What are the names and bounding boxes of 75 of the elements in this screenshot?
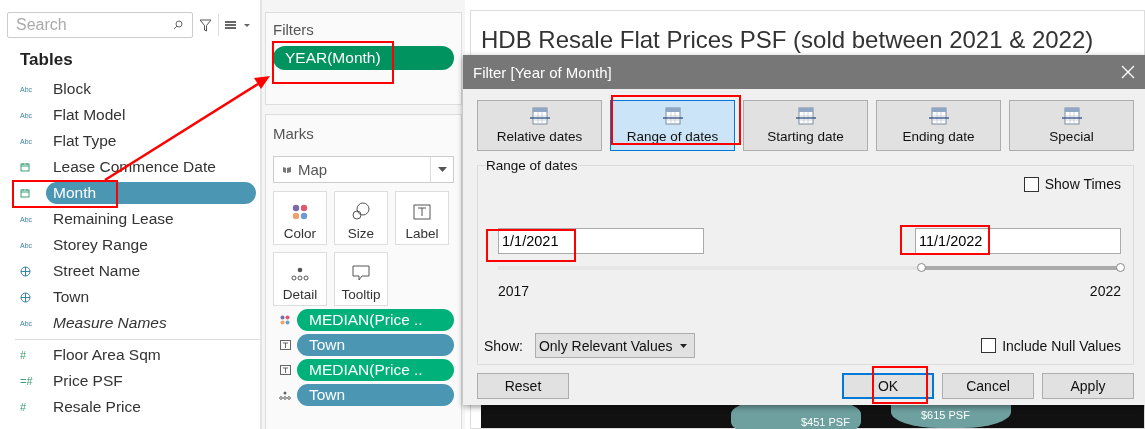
mark-property-button[interactable]: Detail <box>273 252 327 306</box>
caret-icon <box>679 343 687 348</box>
field-item[interactable]: Town <box>46 286 97 308</box>
globe-icon <box>20 265 31 277</box>
marks-heading: Marks <box>273 125 315 142</box>
size-circles-icon <box>352 202 370 220</box>
search-field[interactable]: Search <box>7 12 193 38</box>
field-item[interactable]: Flat Type <box>46 130 124 152</box>
dialog-button[interactable]: Reset <box>477 373 569 399</box>
detail-dots-icon <box>291 267 309 281</box>
dialog-button[interactable]: Cancel <box>942 373 1034 399</box>
tables-heading: Tables <box>19 49 74 71</box>
group-label: Range of dates <box>486 158 578 173</box>
text-label-icon <box>279 365 291 375</box>
mark-property-button[interactable]: Label <box>395 191 449 245</box>
measure-type-icon: # <box>20 401 27 413</box>
color-dots-icon <box>292 204 308 220</box>
field-item[interactable]: Floor Area Sqm <box>46 344 168 366</box>
show-label: Show: <box>484 337 523 354</box>
calendar-icon <box>661 107 684 125</box>
slider-handle[interactable] <box>1116 263 1125 272</box>
filter-icon[interactable] <box>199 18 212 32</box>
include-null-checkbox[interactable]: Include Null Values <box>981 337 1121 354</box>
field-item[interactable]: Resale Price <box>46 396 148 418</box>
speech-bubble-icon <box>352 265 370 281</box>
dialog-button[interactable]: Apply <box>1042 373 1134 399</box>
measure-type-icon: # <box>20 349 27 361</box>
calendar-icon <box>927 107 950 125</box>
search-icon <box>173 20 183 30</box>
dialog-button[interactable]: OK <box>842 373 934 399</box>
map-icon <box>282 165 292 174</box>
worksheet-title: HDB Resale Flat Prices PSF (sold between 2021 & 2022) <box>481 27 1095 53</box>
text-label-icon <box>279 340 291 350</box>
slider-max-label: 2022 <box>1089 283 1121 299</box>
field-item[interactable]: Measure Names <box>46 312 174 334</box>
field-item[interactable]: Price PSF <box>46 370 130 392</box>
map-label: $615 PSF <box>921 409 970 421</box>
detail-dots-icon <box>279 390 291 400</box>
field-item[interactable]: Flat Model <box>46 104 133 126</box>
calendar-icon <box>20 162 30 172</box>
field-item[interactable]: Remaining Lease <box>46 208 181 230</box>
map-label: $451 PSF <box>801 416 850 428</box>
field-item[interactable]: Block <box>46 78 98 100</box>
mark-type-dropdown[interactable]: Map <box>273 156 454 183</box>
date-mode-tab[interactable]: Starting date <box>743 100 868 151</box>
start-date-field[interactable]: 1/1/2021 <box>498 228 704 254</box>
slider-handle[interactable] <box>916 263 926 272</box>
mark-property-button[interactable]: Color <box>273 191 327 245</box>
date-mode-tab[interactable]: Relative dates <box>477 100 602 151</box>
show-dropdown[interactable]: Only Relevant Values <box>534 333 695 358</box>
calendar-icon <box>528 107 551 125</box>
field-item[interactable]: Street Name <box>46 260 147 282</box>
slider-min-label: 2017 <box>498 283 530 299</box>
grid-view-icon[interactable] <box>225 20 251 30</box>
mark-property-button[interactable]: Tooltip <box>334 252 388 306</box>
measure-type-icon: =# <box>20 375 33 387</box>
globe-icon <box>20 291 31 303</box>
color-dots-icon <box>280 315 290 325</box>
show-times-checkbox[interactable]: Show Times <box>1023 176 1121 192</box>
caret-icon <box>437 167 447 172</box>
dialog-title: Filter [Year of Month] <box>473 63 612 81</box>
mark-property-button[interactable]: Size <box>334 191 388 245</box>
calendar-icon <box>794 107 817 125</box>
date-mode-tab[interactable]: Special <box>1009 100 1134 151</box>
calendar-icon <box>1060 107 1083 125</box>
filter-pill[interactable]: YEAR(Month) <box>273 46 454 70</box>
date-mode-tab[interactable]: Ending date <box>876 100 1001 151</box>
end-date-field[interactable]: 11/1/2022 <box>915 228 1121 254</box>
highlight-frame <box>872 366 928 404</box>
date-mode-tab[interactable]: Range of dates <box>610 100 735 151</box>
filters-heading: Filters <box>273 21 315 38</box>
text-label-icon <box>413 204 431 220</box>
close-icon[interactable] <box>1121 65 1135 79</box>
calendar-icon <box>20 188 30 198</box>
field-item[interactable]: Storey Range <box>46 234 155 256</box>
